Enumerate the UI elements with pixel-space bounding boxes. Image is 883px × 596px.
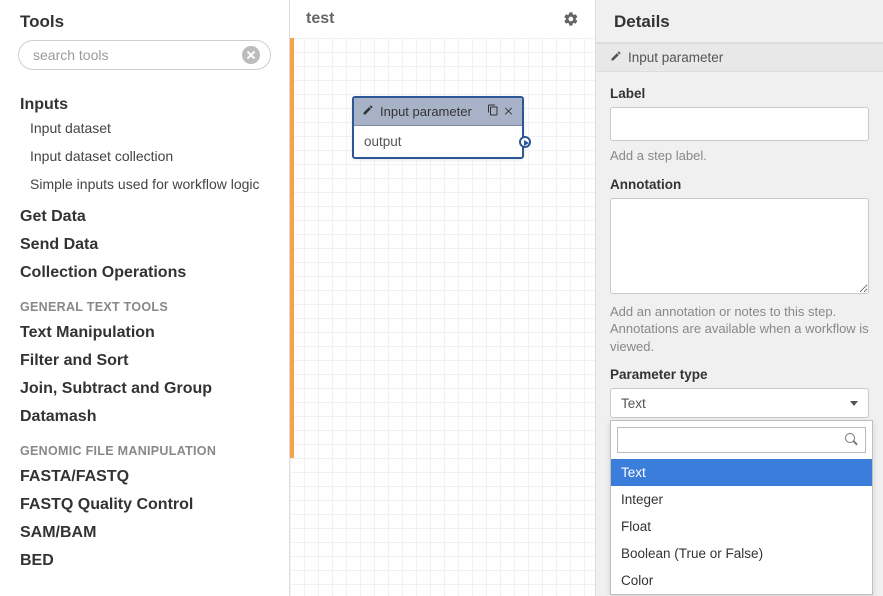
workflow-title: test	[306, 10, 334, 28]
workflow-node-input-parameter[interactable]: Input parameter output	[352, 96, 524, 159]
workflow-canvas-panel: test Input parameter output	[290, 0, 596, 596]
annotation-help: Add an annotation or notes to this step.…	[610, 303, 869, 356]
tools-panel-title: Tools	[0, 0, 289, 40]
dropdown-option-boolean[interactable]: Boolean (True or False)	[611, 540, 872, 567]
tool-category[interactable]: Get Data	[20, 208, 269, 226]
tool-category[interactable]: Send Data	[20, 236, 269, 254]
parameter-type-dropdown: Text Integer Float Boolean (True or Fals…	[610, 420, 873, 595]
dropdown-option-text[interactable]: Text	[611, 459, 872, 486]
details-subheader: Input parameter	[596, 43, 883, 72]
label-field-label: Label	[610, 86, 869, 101]
details-subheader-text: Input parameter	[628, 50, 723, 65]
tool-item[interactable]: Simple inputs used for workflow logic	[20, 170, 269, 198]
parameter-type-label: Parameter type	[610, 367, 869, 382]
details-panel-title: Details	[596, 0, 883, 43]
node-output-label: output	[364, 134, 402, 149]
search-icon	[845, 433, 859, 447]
parameter-type-selected: Text	[621, 396, 646, 411]
tool-category[interactable]: Collection Operations	[20, 264, 269, 282]
section-label: GENOMIC FILE MANIPULATION	[20, 444, 269, 458]
node-title-text: Input parameter	[380, 104, 472, 119]
section-label: GENERAL TEXT TOOLS	[20, 300, 269, 314]
dropdown-search-input[interactable]	[624, 433, 845, 448]
tools-search-input[interactable]	[33, 47, 242, 63]
close-icon[interactable]	[503, 104, 514, 119]
details-panel: Details Input parameter Label Add a step…	[596, 0, 883, 596]
tool-item[interactable]: Input dataset	[20, 114, 269, 142]
annotation-textarea[interactable]	[610, 198, 869, 294]
tool-category[interactable]: FASTA/FASTQ	[20, 468, 269, 486]
label-input[interactable]	[610, 107, 869, 141]
tool-category[interactable]: FASTQ Quality Control	[20, 496, 269, 514]
chevron-down-icon	[850, 401, 858, 406]
dropdown-option-float[interactable]: Float	[611, 513, 872, 540]
tool-category[interactable]: Text Manipulation	[20, 324, 269, 342]
tool-category[interactable]: BED	[20, 552, 269, 570]
canvas[interactable]: Input parameter output	[290, 38, 595, 596]
dropdown-option-color[interactable]: Color	[611, 567, 872, 594]
node-output-port[interactable]	[519, 136, 531, 148]
parameter-type-select[interactable]: Text	[610, 388, 869, 418]
edit-icon	[362, 104, 374, 119]
gear-icon[interactable]	[563, 11, 579, 27]
tool-category[interactable]: Filter and Sort	[20, 352, 269, 370]
tools-list: Inputs Input dataset Input dataset colle…	[0, 76, 289, 596]
tool-item[interactable]: Input dataset collection	[20, 142, 269, 170]
tools-panel: Tools Inputs Input dataset Input dataset…	[0, 0, 290, 596]
dropdown-option-integer[interactable]: Integer	[611, 486, 872, 513]
label-help: Add a step label.	[610, 147, 869, 165]
tool-category-inputs[interactable]: Inputs	[20, 96, 269, 114]
clear-icon[interactable]	[242, 46, 260, 64]
duplicate-icon[interactable]	[487, 104, 499, 119]
tool-category[interactable]: Datamash	[20, 408, 269, 426]
tool-category[interactable]: Join, Subtract and Group	[20, 380, 269, 398]
tools-search[interactable]	[18, 40, 271, 70]
annotation-field-label: Annotation	[610, 177, 869, 192]
edit-icon	[610, 50, 622, 65]
dropdown-search[interactable]	[617, 427, 866, 453]
tool-category[interactable]: SAM/BAM	[20, 524, 269, 542]
canvas-edge-indicator	[290, 38, 294, 458]
